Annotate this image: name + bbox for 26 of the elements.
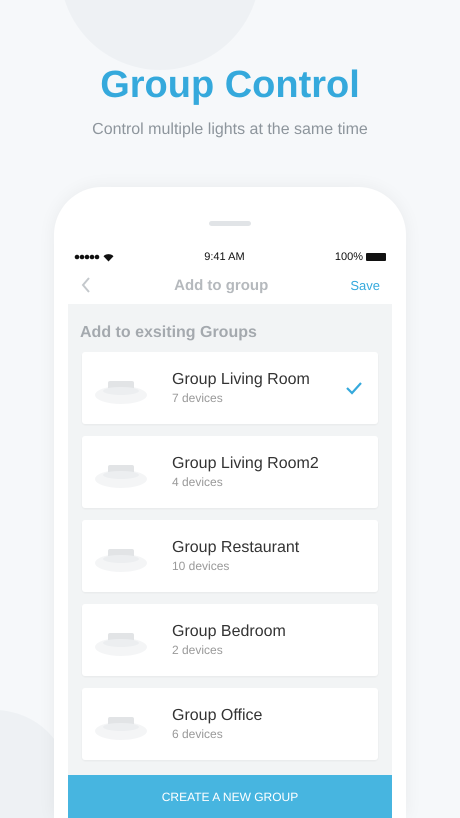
device-count: 2 devices (172, 643, 224, 657)
wifi-icon (103, 252, 114, 262)
device-count: 10 devices (172, 559, 230, 573)
device-count: 6 devices (172, 727, 224, 741)
group-card[interactable]: Group Office 6 devices (82, 688, 378, 760)
group-name: Group Living Room2 (172, 455, 320, 473)
section-title: Add to exsiting Groups (80, 324, 258, 342)
battery-percent: 100% (334, 251, 363, 263)
back-icon[interactable] (80, 276, 92, 294)
group-card[interactable]: Group Restaurant 10 devices (82, 520, 378, 592)
group-name: Group Office (172, 707, 264, 725)
group-card[interactable]: Group Living Room2 4 devices (82, 436, 378, 508)
nav-title: Add to group (174, 276, 268, 294)
page-subtitle: Control multiple lights at the same time (92, 121, 368, 139)
status-time: 9:41 AM (204, 251, 245, 263)
group-card[interactable]: Group Living Room 7 devices (82, 352, 378, 424)
phone-speaker (209, 221, 251, 226)
device-count: 4 devices (172, 475, 224, 489)
battery-icon (366, 253, 386, 261)
signal-icon (74, 254, 100, 260)
device-count: 7 devices (172, 391, 224, 405)
group-name: Group Living Room (172, 371, 311, 389)
group-name: Group Restaurant (172, 539, 300, 557)
group-card[interactable]: Group Bedroom 2 devices (82, 604, 378, 676)
group-name: Group Bedroom (172, 623, 287, 641)
page-title: Group Control (100, 64, 360, 107)
